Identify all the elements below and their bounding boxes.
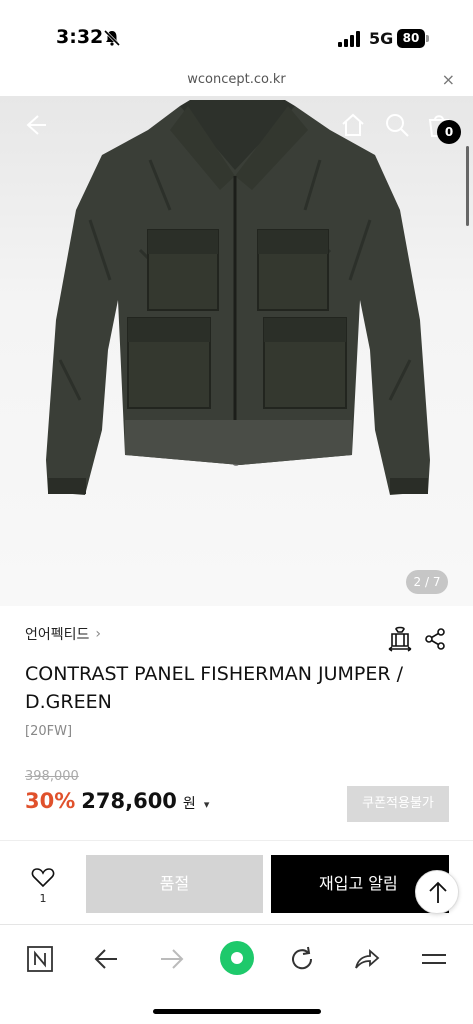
like-count: 1 xyxy=(39,892,47,905)
brand-link[interactable]: 언어펙티드 › xyxy=(25,624,101,644)
scroll-indicator xyxy=(466,146,469,226)
share-icon[interactable] xyxy=(424,628,446,650)
back-arrow-icon[interactable] xyxy=(22,112,48,138)
home-indicator xyxy=(153,1009,321,1014)
hanger-icon[interactable] xyxy=(387,626,413,652)
network-label: 5G xyxy=(369,29,394,48)
share-arrow-icon[interactable] xyxy=(352,945,380,973)
currency: 원 xyxy=(182,796,196,812)
url-bar[interactable]: wconcept.co.kr × xyxy=(0,66,473,96)
back-icon[interactable] xyxy=(92,945,120,973)
close-icon[interactable]: × xyxy=(442,70,455,89)
battery-icon: 80 xyxy=(397,29,429,48)
search-icon[interactable] xyxy=(384,112,410,138)
original-price: 398,000 xyxy=(25,769,79,784)
menu-icon[interactable] xyxy=(420,945,448,973)
product-title: CONTRAST PANEL FISHERMAN JUMPER / D.GREE… xyxy=(25,663,403,713)
cart-count-badge[interactable]: 0 xyxy=(437,120,461,144)
status-bar: 3:32 5G 80 xyxy=(0,0,473,66)
price-row[interactable]: 30% 278,600 원 ▾ xyxy=(25,789,209,813)
product-image-gallery[interactable]: 0 2 / 7 xyxy=(0,96,473,606)
sale-price: 278,600 xyxy=(81,789,177,813)
forward-icon[interactable] xyxy=(158,945,186,973)
coupon-button[interactable]: 쿠폰적용불가 xyxy=(347,786,449,822)
naver-n-icon[interactable] xyxy=(26,945,54,973)
product-photo xyxy=(46,100,430,495)
green-dot-icon[interactable] xyxy=(218,939,256,977)
divider xyxy=(0,840,473,841)
chevron-right-icon: › xyxy=(95,626,102,642)
gallery-page-indicator: 2 / 7 xyxy=(406,570,448,594)
home-icon[interactable] xyxy=(340,112,366,138)
season-tag: [20FW] xyxy=(25,724,73,739)
url-domain[interactable]: wconcept.co.kr xyxy=(0,72,473,87)
soldout-button[interactable]: 품절 xyxy=(86,855,263,913)
bell-slash-icon xyxy=(103,29,121,47)
discount-rate: 30% xyxy=(25,789,76,813)
arrow-up-icon xyxy=(429,881,447,903)
status-time: 3:32 xyxy=(56,26,104,48)
brand-name[interactable]: 언어펙티드 xyxy=(25,624,89,644)
refresh-icon[interactable] xyxy=(288,945,316,973)
battery-nub xyxy=(426,35,429,42)
scroll-top-button[interactable] xyxy=(415,870,459,914)
signal-icon xyxy=(338,31,360,47)
chevron-down-icon[interactable]: ▾ xyxy=(204,798,210,811)
heart-icon[interactable] xyxy=(31,866,55,888)
battery-level: 80 xyxy=(397,29,425,48)
